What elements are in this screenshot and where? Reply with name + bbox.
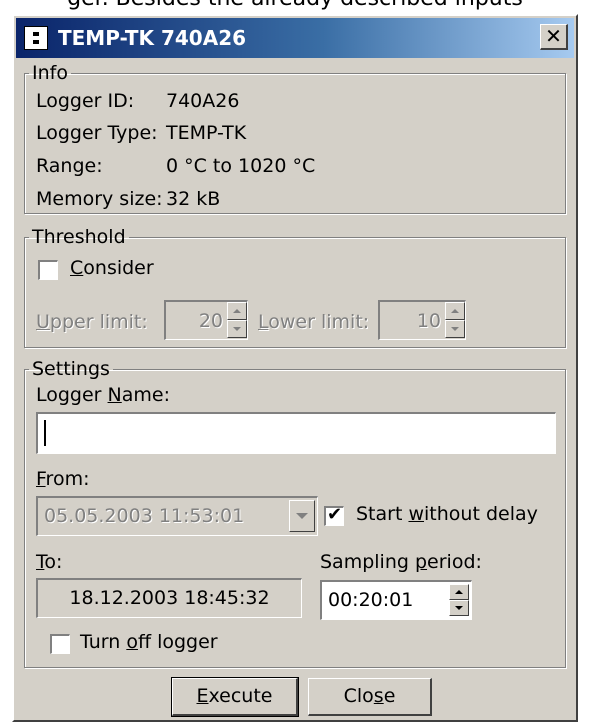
start-without-delay-label[interactable]: Start without delay xyxy=(356,503,538,525)
consider-checkbox[interactable] xyxy=(38,260,58,280)
range-label: Range: xyxy=(36,155,103,177)
logger-name-label: Logger Name: xyxy=(36,384,171,406)
logger-type-value: TEMP-TK xyxy=(166,122,247,144)
threshold-legend: Threshold xyxy=(32,226,126,248)
spin-up-icon xyxy=(227,302,247,320)
turn-off-logger-checkbox[interactable] xyxy=(50,634,70,654)
upper-limit-value: 20 xyxy=(198,310,223,332)
spin-down-icon xyxy=(227,320,247,338)
info-legend: Info xyxy=(32,62,68,84)
logger-id-label: Logger ID: xyxy=(36,90,135,112)
spin-down-icon[interactable] xyxy=(449,600,469,616)
text-caret xyxy=(44,420,46,446)
consider-label[interactable]: Consider xyxy=(70,257,154,279)
lower-limit-label: Lower limit: xyxy=(258,311,370,333)
sampling-period-input[interactable]: 00:20:01 xyxy=(320,580,472,620)
range-value: 0 °C to 1020 °C xyxy=(166,155,316,177)
sampling-period-spinner[interactable] xyxy=(449,584,469,616)
system-menu-icon[interactable] xyxy=(24,26,48,50)
upper-limit-label: Upper limit: xyxy=(36,311,148,333)
lower-limit-field: 10 xyxy=(378,300,466,340)
spin-up-icon[interactable] xyxy=(449,584,469,600)
logger-name-input[interactable] xyxy=(36,412,556,454)
close-window-button[interactable]: ✕ xyxy=(540,24,568,50)
sampling-period-label: Sampling period: xyxy=(320,551,482,573)
from-label: From: xyxy=(36,468,90,490)
background-caption-text: ger. Besides the already described input… xyxy=(0,0,590,12)
dropdown-arrow-icon xyxy=(289,500,315,532)
logger-type-label: Logger Type: xyxy=(36,122,158,144)
logger-id-value: 740A26 xyxy=(166,90,240,112)
upper-limit-spinner xyxy=(227,302,247,338)
execute-button[interactable]: Execute xyxy=(171,677,299,717)
spin-up-icon xyxy=(445,302,465,320)
start-without-delay-checkbox[interactable] xyxy=(324,504,344,526)
from-datetime-value: 05.05.2003 11:53:01 xyxy=(44,505,245,527)
lower-limit-spinner xyxy=(445,302,465,338)
close-button[interactable]: Close xyxy=(308,678,432,716)
memory-size-value: 32 kB xyxy=(166,188,221,210)
to-datetime-value: 18.12.2003 18:45:32 xyxy=(69,587,270,609)
spin-down-icon xyxy=(445,320,465,338)
lower-limit-value: 10 xyxy=(416,310,441,332)
to-datetime-field: 18.12.2003 18:45:32 xyxy=(36,578,302,618)
memory-size-label: Memory size: xyxy=(36,188,163,210)
sampling-period-value: 00:20:01 xyxy=(328,589,414,611)
upper-limit-field: 20 xyxy=(164,300,248,340)
to-label: To: xyxy=(36,551,63,573)
turn-off-logger-label[interactable]: Turn off logger xyxy=(80,631,218,653)
settings-legend: Settings xyxy=(32,358,110,380)
title-bar[interactable]: TEMP-TK 740A26 ✕ xyxy=(16,18,574,58)
window-title: TEMP-TK 740A26 xyxy=(58,26,247,50)
logger-dialog: TEMP-TK 740A26 ✕ Info Logger ID: 740A26 … xyxy=(12,14,578,722)
from-datetime-select: 05.05.2003 11:53:01 xyxy=(36,496,318,536)
